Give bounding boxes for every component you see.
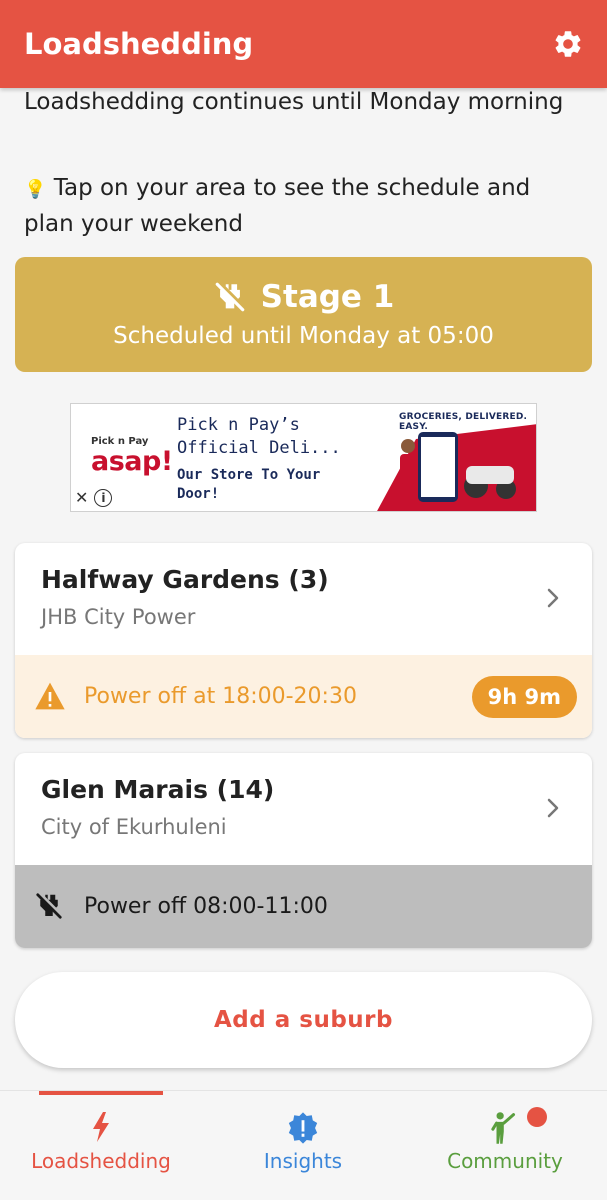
chevron-right-icon bbox=[547, 798, 559, 818]
power-off-plug-icon bbox=[215, 282, 244, 311]
app-title: Loadshedding bbox=[24, 27, 254, 61]
area-status-text: Power off 08:00-11:00 bbox=[84, 894, 328, 919]
person-cheer-icon bbox=[491, 1112, 516, 1144]
ad-headline: Pick n Pay’s Official Deli... bbox=[177, 415, 341, 458]
nav-label: Insights bbox=[263, 1149, 343, 1173]
ad-info-label: i bbox=[101, 490, 106, 505]
stage-title: Stage 1 bbox=[260, 278, 395, 315]
area-name: Glen Marais (14) bbox=[41, 775, 275, 804]
area-card: Halfway Gardens (3) JHB City Power Power… bbox=[15, 543, 592, 738]
add-suburb-button[interactable]: Add a suburb bbox=[15, 972, 592, 1068]
bottom-nav: Loadshedding Insights Community bbox=[0, 1090, 607, 1200]
area-card-header[interactable]: Glen Marais (14) City of Ekurhuleni bbox=[15, 753, 592, 865]
nav-label: Community bbox=[447, 1149, 563, 1173]
area-name: Halfway Gardens (3) bbox=[41, 565, 329, 594]
area-status[interactable]: Power off at 18:00-20:30 9h 9m bbox=[15, 655, 592, 738]
stage-card[interactable]: Stage 1 Scheduled until Monday at 05:00 bbox=[15, 257, 592, 372]
nav-label: Loadshedding bbox=[31, 1149, 171, 1173]
loadshedding-notice: Loadshedding continues until Monday morn… bbox=[24, 89, 564, 115]
tip-text: 💡 Tap on your area to see the schedule a… bbox=[24, 171, 584, 242]
ad-close-icon[interactable]: ✕ bbox=[75, 488, 88, 507]
chevron-right-icon bbox=[547, 588, 559, 608]
area-status-text: Power off at 18:00-20:30 bbox=[84, 684, 357, 709]
area-card: Glen Marais (14) City of Ekurhuleni Powe… bbox=[15, 753, 592, 948]
lightning-icon bbox=[93, 1112, 109, 1142]
ad-banner-text: GROCERIES, DELIVERED. EASY. bbox=[399, 412, 528, 432]
badge-alert-icon bbox=[288, 1112, 318, 1144]
warning-icon bbox=[35, 682, 65, 710]
settings-button[interactable] bbox=[551, 27, 585, 61]
ad-banner[interactable]: Pick n Pay asap! Pick n Pay’s Official D… bbox=[70, 403, 537, 512]
nav-item-community[interactable]: Community bbox=[404, 1091, 606, 1200]
ad-tagline: Our Store To Your Door! bbox=[177, 467, 321, 502]
area-provider: City of Ekurhuleni bbox=[41, 815, 227, 839]
notification-dot bbox=[527, 1107, 547, 1127]
area-provider: JHB City Power bbox=[41, 605, 196, 629]
gear-icon bbox=[555, 31, 581, 57]
nav-item-insights[interactable]: Insights bbox=[202, 1091, 404, 1200]
ad-brand-big: asap! bbox=[91, 446, 173, 477]
area-card-header[interactable]: Halfway Gardens (3) JHB City Power bbox=[15, 543, 592, 655]
tip-label: Tap on your area to see the schedule and… bbox=[24, 175, 531, 237]
stage-subtitle: Scheduled until Monday at 05:00 bbox=[113, 322, 494, 349]
lightbulb-icon: 💡 bbox=[24, 179, 47, 200]
app-bar: Loadshedding bbox=[0, 0, 607, 88]
area-status[interactable]: Power off 08:00-11:00 bbox=[15, 865, 592, 948]
ad-logo: Pick n Pay asap! bbox=[91, 436, 173, 476]
nav-active-indicator bbox=[39, 1091, 163, 1095]
nav-item-loadshedding[interactable]: Loadshedding bbox=[0, 1091, 202, 1200]
power-off-plug-icon bbox=[36, 893, 62, 919]
countdown-badge: 9h 9m bbox=[471, 676, 577, 718]
ad-info-icon[interactable]: i bbox=[94, 488, 113, 507]
ad-controls: ✕ i bbox=[75, 488, 113, 507]
